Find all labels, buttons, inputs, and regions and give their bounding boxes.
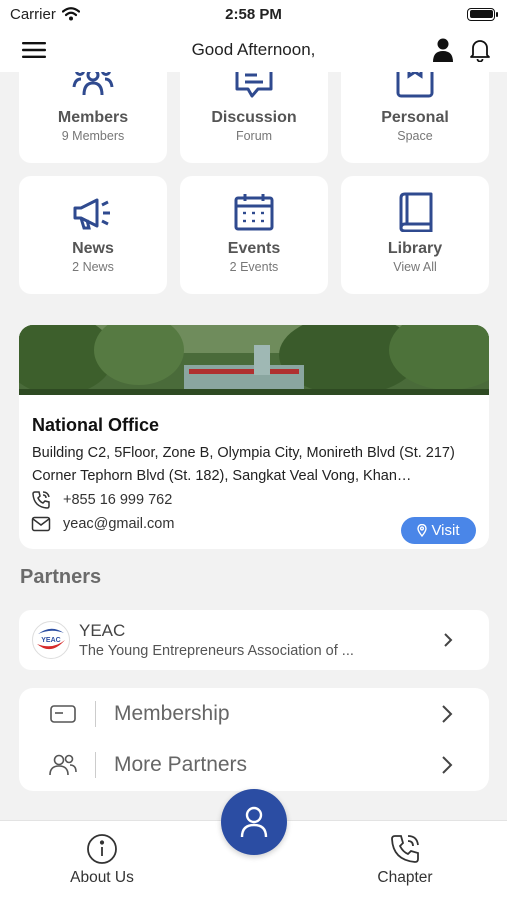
tile-title: Events [227,240,281,257]
partners-section-title: Partners [20,566,102,588]
members-icon [71,72,115,103]
status-left: Carrier [10,6,80,23]
battery-icon [467,7,498,21]
info-icon [87,834,117,864]
tile-title: Members [57,109,129,126]
profile-icon[interactable] [433,38,453,62]
office-card: National Office Building C2, 5Floor, Zon… [19,325,489,549]
card-icon [48,704,78,724]
visit-label: Visit [431,522,460,539]
tab-label: About Us [70,869,134,886]
partner-name: YEAC [79,621,126,640]
tile-title: Personal [381,109,449,126]
chevron-right-icon [444,633,453,647]
membership-menu-item[interactable]: Membership [19,688,489,739]
book-icon [393,190,437,234]
status-bar: Carrier 2:58 PM [0,0,507,28]
megaphone-icon [71,190,115,234]
tile-discussion[interactable]: Discussion Forum [180,72,328,163]
shortcut-grid-row-1: Members 9 Members Discussion Forum Perso… [19,72,489,163]
tile-subtitle: 2 News [72,260,114,274]
mail-icon [31,516,51,532]
location-pin-icon [417,524,428,537]
phone-call-icon [391,835,419,863]
greeting-title: Good Afternoon, [191,40,316,59]
partner-item[interactable]: YEAC YEAC The Young Entrepreneurs Associ… [19,610,489,670]
app-header: Good Afternoon, [0,28,507,72]
tile-personal[interactable]: Personal Space [341,72,489,163]
tile-members[interactable]: Members 9 Members [19,72,167,163]
calendar-icon [232,190,276,234]
partner-logo-text: YEAC [41,637,60,644]
menu-card: Membership More Partners [19,688,489,791]
tab-about-us[interactable]: About Us [47,833,157,887]
tile-events[interactable]: Events 2 Events [180,176,328,294]
office-phone: +855 16 999 762 [63,492,173,508]
tile-subtitle: 9 Members [61,129,125,143]
wifi-icon [61,7,80,21]
more-partners-menu-item[interactable]: More Partners [19,739,489,790]
partner-logo: YEAC [32,621,70,659]
header-actions [433,38,491,62]
tile-subtitle: Forum [235,129,273,143]
tile-subtitle: View All [393,260,437,274]
chevron-right-icon [442,755,453,774]
shortcut-grid-row-2: News 2 News Events 2 Events Library View… [19,176,489,294]
tile-news[interactable]: News 2 News [19,176,167,294]
profile-fab-button[interactable] [221,789,287,855]
tile-subtitle: 2 Events [229,260,279,274]
tile-title: News [72,240,114,257]
tab-chapter[interactable]: Chapter [350,833,460,887]
partner-description: The Young Entrepreneurs Association of .… [79,643,354,659]
tile-title: Discussion [211,109,297,126]
office-photo [19,325,489,395]
visit-button[interactable]: Visit [401,517,476,544]
user-icon [240,806,268,838]
partner-text: YEAC The Young Entrepreneurs Association… [79,621,489,659]
menu-separator [95,751,96,778]
office-phone-row[interactable]: +855 16 999 762 [31,488,489,512]
phone-icon [32,491,50,509]
menu-label: More Partners [114,752,248,776]
menu-separator [95,700,96,727]
office-title: National Office [32,415,160,435]
tab-label: Chapter [377,869,433,886]
personal-icon [393,72,437,103]
office-email: yeac@gmail.com [63,516,175,532]
carrier-label: Carrier [10,5,56,23]
people-icon [48,753,78,777]
menu-label: Membership [114,701,230,725]
tile-title: Library [387,240,443,257]
tile-library[interactable]: Library View All [341,176,489,294]
chevron-right-icon [442,704,453,723]
main-content: Members 9 Members Discussion Forum Perso… [0,72,507,820]
tile-subtitle: Space [397,129,433,143]
office-address: Building C2, 5Floor, Zone B, Olympia Cit… [32,445,455,484]
menu-icon[interactable] [22,41,46,59]
notification-bell-icon[interactable] [469,38,491,62]
discussion-icon [232,72,276,103]
